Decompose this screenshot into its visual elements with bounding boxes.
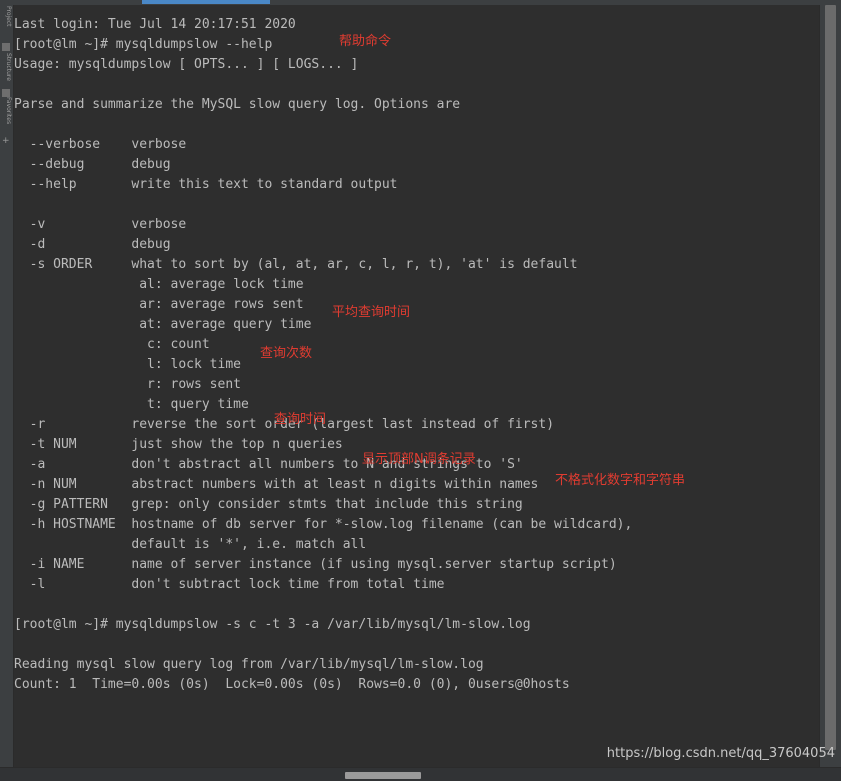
- tool-strip-divider-1: [2, 43, 10, 51]
- horizontal-scrollbar-thumb[interactable]: [345, 772, 421, 779]
- active-tab-indicator[interactable]: [142, 0, 270, 4]
- annotation-note: 查询次数: [260, 346, 313, 361]
- terminal-line: default is '*', i.e. match all: [14, 537, 367, 552]
- tool-button-structure[interactable]: Structure: [1, 53, 12, 81]
- terminal-line: c: count: [14, 337, 210, 352]
- terminal-line: --debug debug: [14, 157, 171, 172]
- terminal-line: -n NUM abstract numbers with at least n …: [14, 477, 539, 492]
- terminal-line: al: average lock time: [14, 277, 304, 292]
- tool-strip-divider-2: [2, 89, 10, 97]
- terminal-line: -g PATTERN grep: only consider stmts tha…: [14, 497, 523, 512]
- annotation-note: 帮助命令: [339, 34, 392, 49]
- vertical-scrollbar-thumb[interactable]: [825, 5, 836, 750]
- terminal-line: [root@lm ~]# mysqldumpslow --help: [14, 37, 273, 52]
- terminal-line: -v verbose: [14, 217, 187, 232]
- terminal-line: Parse and summarize the MySQL slow query…: [14, 97, 461, 112]
- terminal-window: Project Structure Favorites + Last login…: [0, 0, 841, 781]
- terminal-line: -l don't subtract lock time from total t…: [14, 577, 445, 592]
- terminal-line: -t NUM just show the top n queries: [14, 437, 343, 452]
- terminal-line: -i NAME name of server instance (if usin…: [14, 557, 617, 572]
- terminal-output[interactable]: Last login: Tue Jul 14 20:17:51 2020 [roo…: [14, 5, 820, 768]
- terminal-line: l: lock time: [14, 357, 241, 372]
- bottom-bar: [0, 767, 841, 781]
- terminal-line: r: rows sent: [14, 377, 241, 392]
- annotation-note: 查询时间: [274, 412, 327, 427]
- annotation-note: 平均查询时间: [332, 305, 411, 320]
- terminal-line: [root@lm ~]# mysqldumpslow -s c -t 3 -a …: [14, 617, 531, 632]
- terminal-line: -d debug: [14, 237, 171, 252]
- terminal-line: Last login: Tue Jul 14 20:17:51 2020: [14, 17, 296, 32]
- add-icon[interactable]: +: [2, 137, 11, 146]
- terminal-line: -h HOSTNAME hostname of db server for *-…: [14, 517, 633, 532]
- terminal-line: Usage: mysqldumpslow [ OPTS... ] [ LOGS.…: [14, 57, 359, 72]
- annotation-note: 不格式化数字和字符串: [555, 473, 686, 488]
- annotation-note: 显示顶部N调条记录: [362, 452, 476, 467]
- terminal-line: ar: average rows sent: [14, 297, 304, 312]
- terminal-line: -s ORDER what to sort by (al, at, ar, c,…: [14, 257, 578, 272]
- terminal-line: at: average query time: [14, 317, 312, 332]
- terminal-line: --help write this text to standard outpu…: [14, 177, 398, 192]
- tool-button-favorites[interactable]: Favorites: [1, 97, 12, 124]
- terminal-line: t: query time: [14, 397, 249, 412]
- left-tool-strip: Project Structure Favorites +: [0, 5, 14, 768]
- terminal-line: Count: 1 Time=0.00s (0s) Lock=0.00s (0s)…: [14, 677, 570, 692]
- terminal-line: --verbose verbose: [14, 137, 187, 152]
- tool-button-project[interactable]: Project: [1, 6, 12, 27]
- vertical-scrollbar[interactable]: [819, 5, 841, 768]
- terminal-line: Reading mysql slow query log from /var/l…: [14, 657, 484, 672]
- watermark-url: https://blog.csdn.net/qq_37604054: [606, 746, 835, 761]
